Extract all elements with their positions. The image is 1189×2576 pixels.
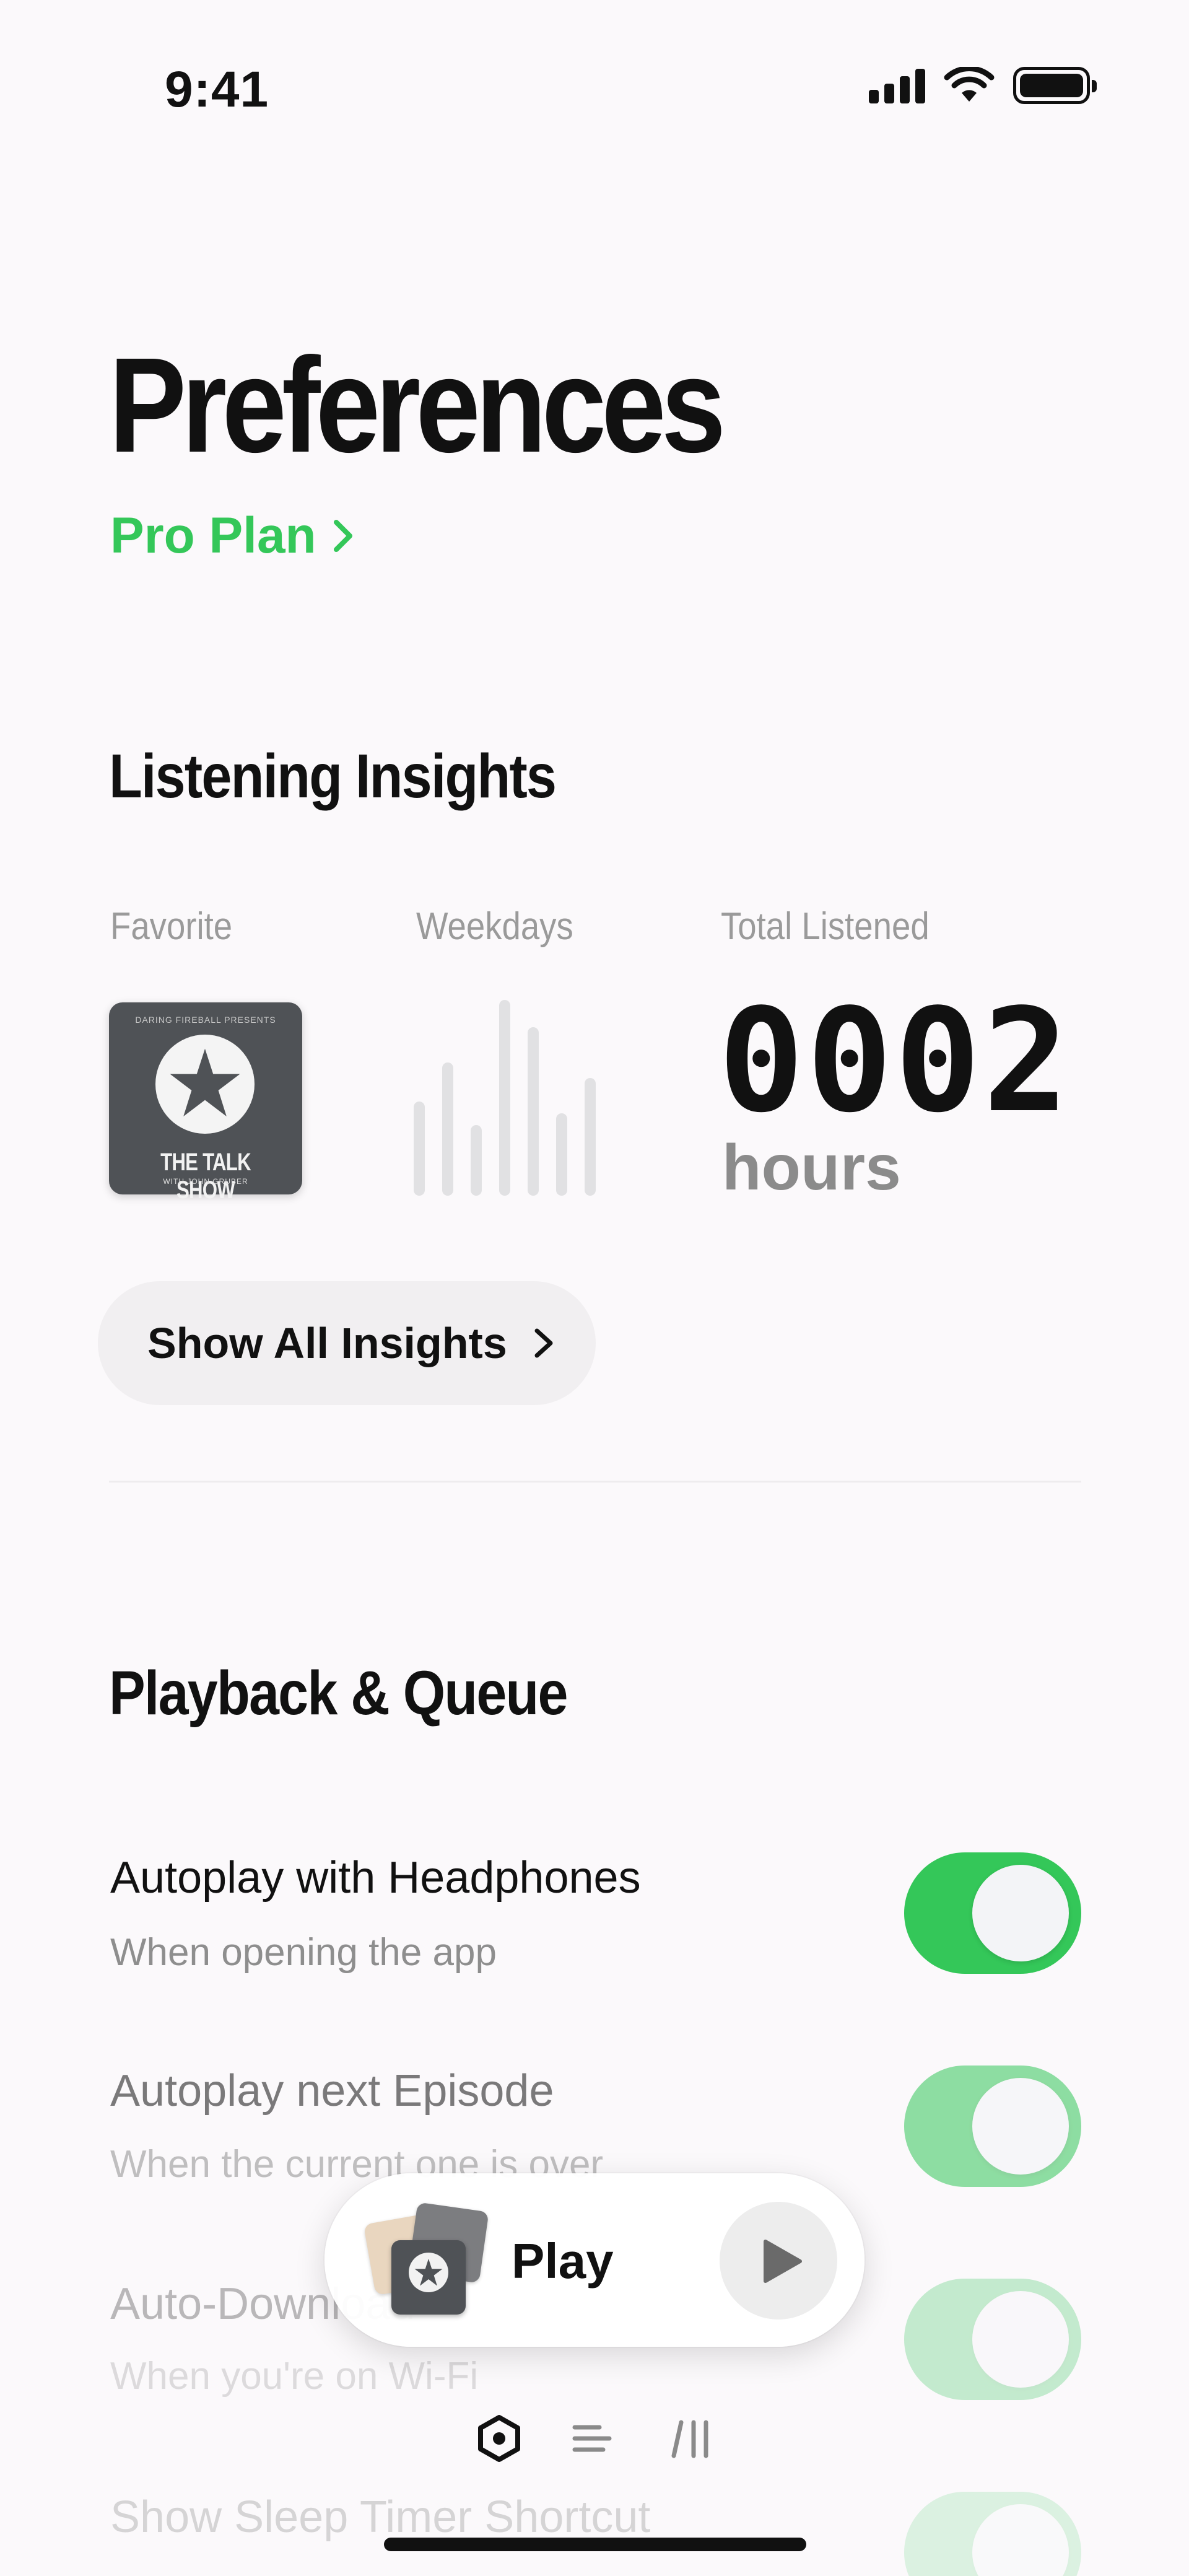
queue-list-icon[interactable]	[568, 2414, 618, 2463]
toggle-knob	[972, 2291, 1069, 2388]
weekdays-label: Weekdays	[416, 905, 573, 948]
wifi-icon	[944, 67, 995, 102]
sleep-timer-toggle[interactable]	[904, 2492, 1081, 2576]
favorite-label: Favorite	[110, 905, 233, 948]
chevron-right-icon	[333, 520, 352, 552]
toggle-knob	[972, 2078, 1069, 2175]
star-icon	[170, 1048, 240, 1116]
weekday-bar	[585, 1078, 596, 1196]
toggle-knob	[972, 1865, 1069, 1961]
queue-artwork-stack	[363, 2202, 489, 2318]
auto-download-toggle[interactable]	[904, 2279, 1081, 2400]
autoplay-headphones-toggle[interactable]	[904, 1852, 1081, 1974]
weekday-bar	[471, 1125, 482, 1196]
status-time: 9:41	[165, 61, 269, 118]
settings-hexagon-icon[interactable]	[474, 2414, 524, 2463]
page-title: Preferences	[109, 330, 726, 481]
mini-player-label: Play	[512, 2233, 614, 2289]
weekday-bar	[414, 1102, 425, 1196]
row-subtitle: When opening the app	[110, 1931, 497, 1974]
section-divider	[109, 1481, 1081, 1483]
library-icon[interactable]	[668, 2414, 717, 2463]
mini-player[interactable]: Play	[324, 2173, 865, 2347]
total-listened-label: Total Listened	[721, 905, 930, 948]
home-indicator	[384, 2538, 806, 2551]
star-icon	[414, 2258, 443, 2286]
play-icon	[764, 2240, 802, 2283]
show-all-insights-button[interactable]: Show All Insights	[98, 1281, 596, 1405]
cellular-signal-icon	[869, 68, 925, 103]
artwork-host: WITH JOHN GRUBER	[163, 1177, 248, 1186]
row-title: Autoplay next Episode	[110, 2066, 554, 2116]
total-hours-unit: hours	[722, 1132, 901, 1204]
weekday-bar	[442, 1062, 453, 1196]
preferences-screen: 9:41 Preferences Pro Plan Listening Insi…	[0, 0, 1189, 2576]
show-all-insights-label: Show All Insights	[147, 1319, 507, 1367]
weekday-bar	[556, 1113, 567, 1196]
total-hours-value: 0002	[718, 979, 1071, 1144]
artwork-show-name: THE TALK SHOW	[160, 1149, 251, 1204]
chevron-right-icon	[534, 1328, 553, 1358]
insights-section-title: Listening Insights	[109, 742, 557, 811]
row-title: Show Sleep Timer Shortcut	[110, 2492, 651, 2542]
current-artwork	[391, 2240, 466, 2315]
status-icons	[869, 67, 1097, 104]
autoplay-next-toggle[interactable]	[904, 2066, 1081, 2187]
weekday-bar	[528, 1027, 539, 1196]
star-emblem	[155, 1035, 255, 1134]
artwork-tagline: DARING FIREBALL PRESENTS	[135, 1015, 276, 1025]
pro-plan-label: Pro Plan	[110, 507, 316, 564]
weekday-bar	[499, 1000, 510, 1196]
row-subtitle: When you're on Wi-Fi	[110, 2355, 479, 2398]
playback-section-title: Playback & Queue	[109, 1658, 568, 1728]
play-button[interactable]	[720, 2202, 837, 2320]
favorite-podcast-artwork[interactable]: DARING FIREBALL PRESENTS THE TALK SHOW W…	[109, 1002, 302, 1204]
battery-icon	[1013, 67, 1097, 104]
row-title: Autoplay with Headphones	[110, 1853, 641, 1903]
toggle-knob	[972, 2504, 1069, 2576]
weekday-bar-chart	[414, 997, 612, 1196]
pro-plan-link[interactable]: Pro Plan	[110, 507, 357, 565]
